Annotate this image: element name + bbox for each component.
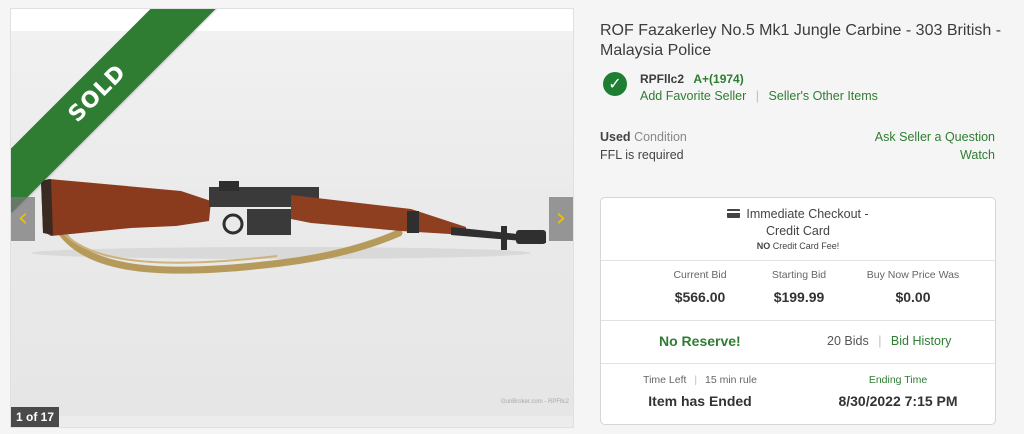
rifle-magazine [247, 209, 291, 235]
seller-name[interactable]: RPFllc2 [640, 72, 684, 86]
checkout-title: Immediate Checkout - [746, 207, 869, 221]
current-bid: Current Bid $566.00 [645, 269, 755, 305]
image-gallery: SOLD ‹ › GunBroker.com - RPFllc2 1 of 17 [10, 8, 574, 428]
rifle-band [407, 211, 419, 233]
bid-values: Current Bid $566.00 Starting Bid $199.99… [601, 260, 995, 320]
fee-text: Credit Card Fee! [772, 241, 840, 251]
rifle-flash-hider [516, 230, 546, 244]
fee-no: NO [756, 241, 771, 251]
photo-shadow [31, 247, 531, 259]
credit-fee-note: NO Credit Card Fee! [601, 241, 995, 251]
no-reserve-text: No Reserve! [659, 333, 741, 349]
time-left-row: Time Left | 15 min rule [601, 374, 799, 386]
link-separator: | [694, 374, 698, 386]
min-rule: 15 min rule [705, 374, 757, 386]
reserve-row: No Reserve! 20 Bids | Bid History [601, 320, 995, 363]
rifle-trigger-guard [222, 213, 244, 235]
current-bid-value: $566.00 [674, 289, 726, 305]
checkout-line-2: Credit Card [766, 224, 830, 238]
item-status: Item has Ended [648, 393, 752, 409]
seller-other-items-link[interactable]: Seller's Other Items [769, 89, 878, 103]
next-image-button[interactable]: › [549, 197, 573, 241]
rifle-forestock [291, 195, 466, 235]
bid-history-link[interactable]: Bid History [891, 334, 951, 348]
current-bid-label: Current Bid [673, 269, 727, 281]
buy-now-value: $0.00 [895, 289, 931, 305]
starting-bid-label: Starting Bid [771, 269, 827, 281]
ending-time-label: Ending Time [868, 374, 928, 386]
bid-count: 20 Bids [827, 334, 869, 348]
image-counter: 1 of 17 [11, 407, 60, 427]
condition-label: Condition [634, 130, 687, 144]
check-circle-icon: ✓ [603, 72, 627, 96]
time-left-label: Time Left [643, 374, 687, 386]
watch-link[interactable]: Watch [875, 146, 995, 164]
chevron-right-icon: › [555, 203, 567, 233]
chevron-left-icon: ‹ [17, 203, 29, 233]
bid-count-row: 20 Bids | Bid History [827, 334, 951, 348]
rifle-front-sight [501, 226, 507, 250]
checkout-section: Immediate Checkout - Credit Card NO Cred… [601, 198, 995, 260]
listing-title: ROF Fazakerley No.5 Mk1 Jungle Carbine -… [600, 22, 1002, 59]
timing-row: Time Left | 15 min rule Item has Ended E… [601, 363, 995, 425]
listing-actions: Ask Seller a Question Watch [875, 128, 995, 164]
seller-name-row: RPFllc2 A+(1974) [640, 72, 744, 86]
condition-value: Used [600, 130, 631, 144]
bid-box: Immediate Checkout - Credit Card NO Cred… [600, 197, 996, 425]
buy-now-label: Buy Now Price Was [866, 269, 960, 281]
ask-seller-link[interactable]: Ask Seller a Question [875, 128, 995, 146]
prev-image-button[interactable]: ‹ [11, 197, 35, 241]
ffl-required: FFL is required [600, 148, 684, 162]
condition-row: Used Condition [600, 128, 687, 146]
starting-bid-value: $199.99 [773, 289, 825, 305]
starting-bid: Starting Bid $199.99 [744, 269, 854, 305]
checkout-line-1: Immediate Checkout - [601, 207, 995, 221]
buy-now-price: Buy Now Price Was $0.00 [858, 269, 968, 305]
rifle-rear-sight [219, 181, 239, 191]
ending-time-value: 8/30/2022 7:15 PM [838, 393, 958, 409]
gallery-top-band [11, 9, 573, 31]
link-separator: | [878, 334, 882, 348]
condition-block: Used Condition FFL is required [600, 128, 687, 164]
photo-watermark: GunBroker.com - RPFllc2 [500, 399, 569, 405]
rifle-buttplate [41, 179, 53, 235]
rifle-stock [41, 179, 211, 236]
seller-rating[interactable]: A+(1974) [693, 72, 743, 86]
link-separator: | [755, 89, 760, 103]
add-favorite-seller-link[interactable]: Add Favorite Seller [640, 89, 746, 103]
seller-links: Add Favorite Seller | Seller's Other Ite… [640, 89, 878, 103]
credit-card-icon [727, 209, 741, 219]
